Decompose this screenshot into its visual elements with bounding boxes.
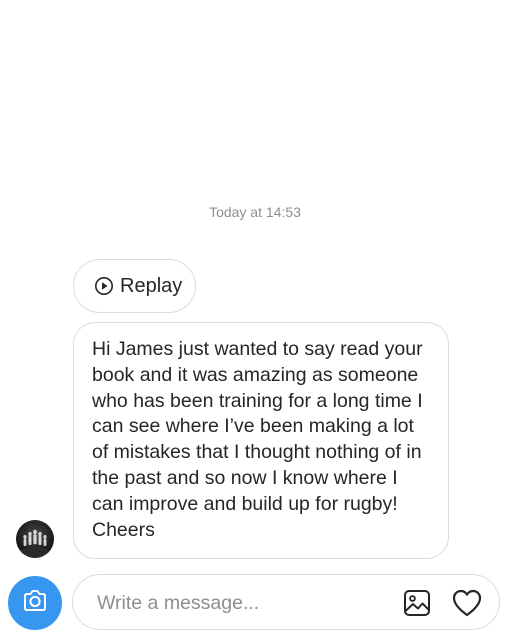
replay-label: Replay: [120, 274, 183, 297]
message-composer: Write a message...: [0, 570, 510, 636]
play-circle-icon: [94, 276, 114, 296]
avatar[interactable]: [16, 520, 54, 558]
gallery-icon[interactable]: [403, 589, 431, 617]
message-bubble[interactable]: Hi James just wanted to say read your bo…: [73, 322, 449, 559]
message-input-placeholder: Write a message...: [97, 592, 260, 614]
message-input[interactable]: Write a message...: [72, 574, 500, 630]
replay-button[interactable]: Replay: [73, 259, 196, 313]
heart-icon[interactable]: [451, 588, 483, 618]
camera-button[interactable]: [8, 576, 62, 630]
message-timestamp: Today at 14:53: [209, 204, 301, 220]
camera-icon: [22, 589, 48, 617]
message-text: Hi James just wanted to say read your bo…: [92, 338, 423, 541]
